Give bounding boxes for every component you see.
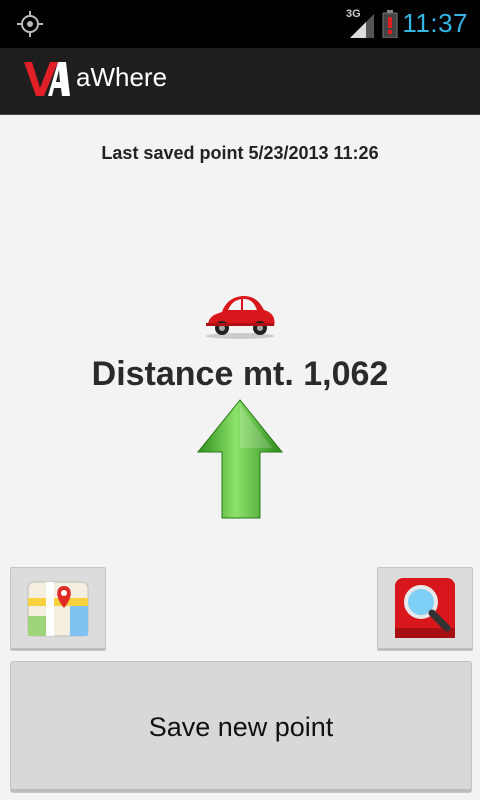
save-new-point-button[interactable]: Save new point xyxy=(10,661,472,793)
app-logo[interactable] xyxy=(22,58,72,100)
search-icon xyxy=(395,578,455,638)
app-title: aWhere xyxy=(76,62,168,92)
action-bar: aWhere xyxy=(0,48,480,115)
map-icon xyxy=(27,581,89,637)
search-button[interactable] xyxy=(377,567,473,651)
battery-alert-icon xyxy=(382,10,398,38)
save-button-label: Save new point xyxy=(148,711,334,742)
status-time: 11:37 xyxy=(402,8,468,38)
status-bar: 3G 11:37 xyxy=(0,0,480,48)
signal-icon xyxy=(350,14,374,38)
map-button[interactable] xyxy=(10,567,106,651)
last-saved-label: Last saved point 5/23/2013 11:26 xyxy=(101,143,379,163)
car-icon xyxy=(206,296,275,339)
gps-icon xyxy=(17,11,43,37)
distance-label: Distance mt. 1,062 xyxy=(91,355,389,393)
green-arrow-up-icon xyxy=(196,399,284,519)
